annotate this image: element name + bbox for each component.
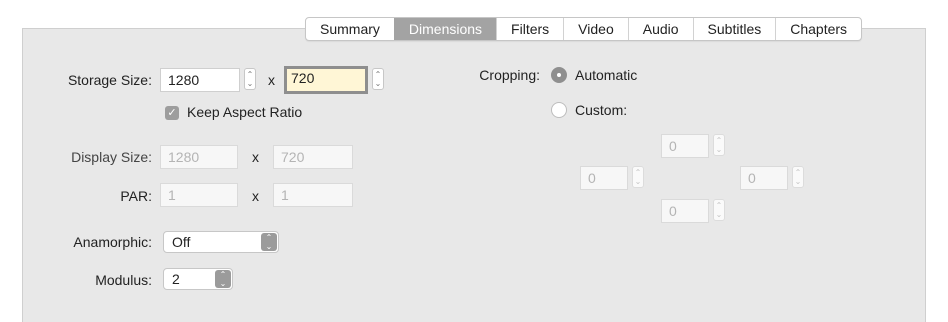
par-separator: x [252,188,259,204]
cropping-custom-radio[interactable] [551,102,567,118]
par-label: PAR: [120,188,152,204]
cropping-custom-label: Custom: [575,102,628,118]
keep-aspect-label: Keep Aspect Ratio [187,104,303,120]
display-height-field: 720 [273,145,353,169]
tab-video[interactable]: Video [563,18,628,40]
anamorphic-value: Off [172,234,191,250]
tab-filters[interactable]: Filters [496,18,563,40]
anamorphic-popup[interactable]: Off ⌃ ⌄ [163,231,279,253]
tab-subtitles[interactable]: Subtitles [692,18,776,40]
crop-left-field: 0 [580,166,628,190]
tab-dimensions[interactable]: Dimensions [393,18,497,40]
cropping-automatic-label: Automatic [575,67,638,83]
display-separator: x [252,149,259,165]
storage-width-field[interactable]: 1280 [160,68,240,92]
crop-left-stepper: ⌃ ⌄ [632,166,644,188]
tab-bar: Summary Dimensions Filters Video Audio S… [305,17,863,41]
storage-separator: x [268,72,275,88]
crop-top-field: 0 [661,134,709,158]
crop-top-stepper: ⌃ ⌄ [713,134,725,156]
crop-bottom-stepper: ⌃ ⌄ [713,199,725,221]
crop-bottom-field: 0 [661,199,709,223]
storage-size-label: Storage Size: [67,72,152,88]
par-width-field: 1 [160,183,238,207]
tab-summary[interactable]: Summary [306,18,394,40]
modulus-value: 2 [172,271,180,287]
cropping-automatic-radio[interactable] [551,67,567,83]
display-size-label: Display Size: [71,149,152,165]
modulus-popup[interactable]: 2 ⌃ ⌄ [163,268,233,290]
tab-audio[interactable]: Audio [627,18,693,40]
chevron-updown-icon: ⌃ ⌄ [215,270,231,288]
crop-right-field: 0 [740,166,788,190]
modulus-label: Modulus: [95,272,152,288]
storage-height-stepper[interactable]: ⌃ ⌄ [372,68,384,90]
anamorphic-label: Anamorphic: [73,234,152,250]
chevron-updown-icon: ⌃ ⌄ [261,233,277,251]
display-width-field: 1280 [160,145,238,169]
crop-right-stepper: ⌃ ⌄ [792,166,804,188]
tab-chapters[interactable]: Chapters [775,18,861,40]
storage-width-stepper[interactable]: ⌃ ⌄ [244,68,256,90]
par-height-field: 1 [273,183,353,207]
storage-height-field[interactable]: 720 [284,66,368,94]
cropping-label: Cropping: [479,67,540,83]
keep-aspect-checkbox[interactable]: ✓ [165,106,179,120]
